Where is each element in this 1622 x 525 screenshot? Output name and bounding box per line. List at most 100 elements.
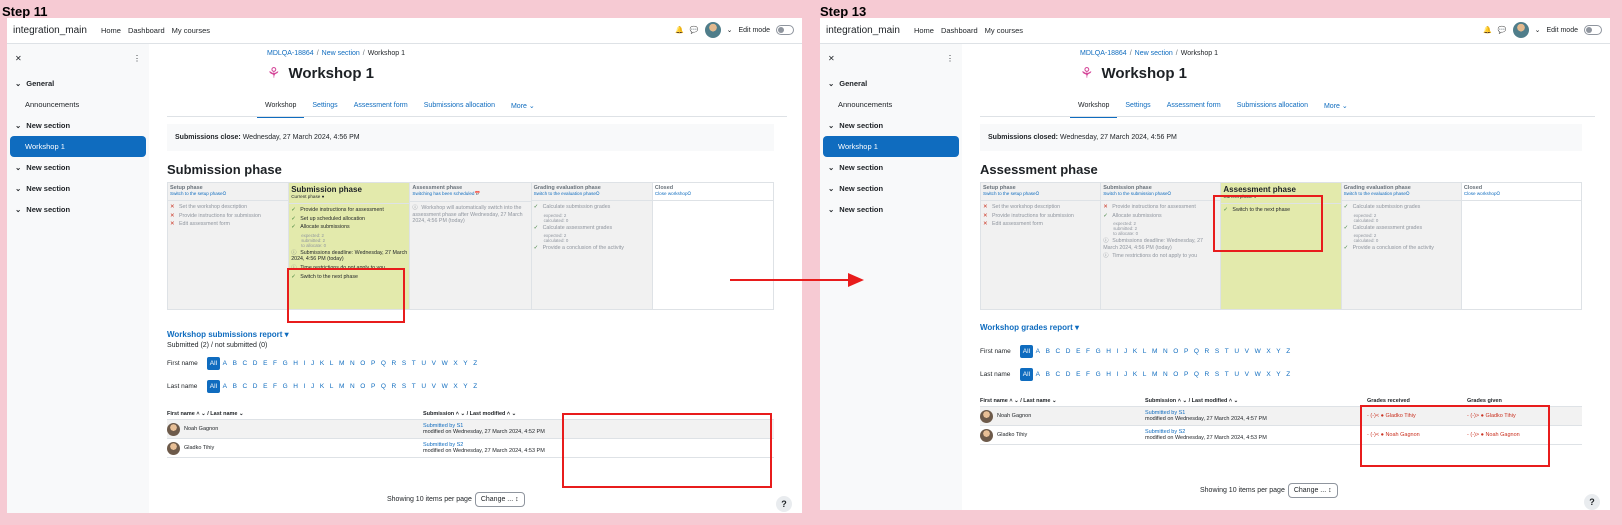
phase-switch-link[interactable]: Switch to the evaluation phase⭘ bbox=[1341, 191, 1461, 201]
report-title[interactable]: Workshop submissions report ▾ bbox=[167, 330, 289, 339]
chevron-down-icon[interactable]: ⌄ bbox=[15, 205, 21, 214]
initial-filter-y[interactable]: Y bbox=[1273, 345, 1283, 358]
chevron-down-icon[interactable]: ⌄ bbox=[727, 26, 733, 34]
breadcrumb-course[interactable]: MDLQA-18864 bbox=[1080, 50, 1127, 57]
initial-filter-w[interactable]: W bbox=[439, 380, 451, 393]
initial-filter-u[interactable]: U bbox=[419, 357, 429, 370]
report-title[interactable]: Workshop grades report ▾ bbox=[980, 323, 1079, 332]
initial-filter-v[interactable]: V bbox=[429, 357, 439, 370]
initial-filter-k[interactable]: K bbox=[1130, 368, 1140, 381]
nav-link-dashboard[interactable]: Dashboard bbox=[941, 26, 978, 35]
initial-filter-all[interactable]: All bbox=[207, 357, 220, 370]
help-button[interactable]: ? bbox=[776, 496, 792, 512]
nav-link-my-courses[interactable]: My courses bbox=[985, 26, 1023, 35]
initial-filter-h[interactable]: H bbox=[1103, 345, 1113, 358]
tab-1[interactable]: Settings bbox=[1117, 96, 1158, 118]
help-button[interactable]: ? bbox=[1584, 494, 1600, 510]
initial-filter-t[interactable]: T bbox=[409, 357, 419, 370]
initial-filter-l[interactable]: L bbox=[1140, 368, 1149, 381]
tab-1[interactable]: Settings bbox=[304, 96, 345, 118]
breadcrumb-course[interactable]: MDLQA-18864 bbox=[267, 50, 314, 57]
edit-mode-toggle[interactable] bbox=[776, 25, 794, 35]
drawer-item[interactable]: ⌄ New section bbox=[7, 157, 149, 178]
initial-filter-d[interactable]: D bbox=[1063, 345, 1073, 358]
initial-filter-z[interactable]: Z bbox=[1283, 345, 1293, 358]
chevron-down-icon[interactable]: ⌄ bbox=[828, 184, 834, 193]
initial-filter-m[interactable]: M bbox=[336, 357, 347, 370]
initial-filter-t[interactable]: T bbox=[1222, 345, 1232, 358]
initial-filter-d[interactable]: D bbox=[1063, 368, 1073, 381]
initial-filter-p[interactable]: P bbox=[368, 380, 378, 393]
site-brand[interactable]: integration_main bbox=[826, 25, 900, 36]
initial-filter-x[interactable]: X bbox=[1264, 345, 1274, 358]
nav-link-home[interactable]: Home bbox=[101, 26, 121, 35]
initial-filter-z[interactable]: Z bbox=[470, 380, 480, 393]
initial-filter-u[interactable]: U bbox=[1232, 368, 1242, 381]
initial-filter-f[interactable]: F bbox=[1083, 345, 1093, 358]
initial-filter-l[interactable]: L bbox=[1140, 345, 1149, 358]
initial-filter-p[interactable]: P bbox=[368, 357, 378, 370]
initial-filter-f[interactable]: F bbox=[270, 380, 280, 393]
initial-filter-a[interactable]: A bbox=[220, 357, 230, 370]
initial-filter-m[interactable]: M bbox=[336, 380, 347, 393]
initial-filter-r[interactable]: R bbox=[1202, 368, 1212, 381]
participant-avatar[interactable] bbox=[980, 428, 993, 442]
initial-filter-c[interactable]: C bbox=[240, 380, 250, 393]
initial-filter-j[interactable]: J bbox=[1121, 368, 1130, 381]
chat-icon[interactable]: 💬 bbox=[1498, 26, 1507, 34]
initial-filter-o[interactable]: O bbox=[357, 380, 368, 393]
col-name-header[interactable]: First name ˄ ⌄ / Last name ⌄ bbox=[980, 398, 1145, 404]
chevron-down-icon[interactable]: ⌄ bbox=[828, 163, 834, 172]
initial-filter-h[interactable]: H bbox=[290, 357, 300, 370]
initial-filter-p[interactable]: P bbox=[1181, 368, 1191, 381]
drawer-item[interactable]: Workshop 1 bbox=[10, 136, 146, 157]
chevron-down-icon[interactable]: ⌄ bbox=[15, 163, 21, 172]
initial-filter-u[interactable]: U bbox=[1232, 345, 1242, 358]
initial-filter-b[interactable]: B bbox=[230, 380, 240, 393]
initial-filter-c[interactable]: C bbox=[240, 357, 250, 370]
initial-filter-v[interactable]: V bbox=[1242, 368, 1252, 381]
initial-filter-v[interactable]: V bbox=[429, 380, 439, 393]
initial-filter-q[interactable]: Q bbox=[378, 380, 389, 393]
participant-avatar[interactable] bbox=[980, 409, 993, 423]
initial-filter-r[interactable]: R bbox=[389, 380, 399, 393]
tab-2[interactable]: Assessment form bbox=[346, 96, 416, 118]
edit-mode-toggle[interactable] bbox=[1584, 25, 1602, 35]
drawer-item[interactable]: ⌄ General bbox=[7, 73, 149, 94]
initial-filter-y[interactable]: Y bbox=[1273, 368, 1283, 381]
drawer-item[interactable]: ⌄ New section bbox=[820, 115, 962, 136]
initial-filter-e[interactable]: E bbox=[260, 380, 270, 393]
initial-filter-v[interactable]: V bbox=[1242, 345, 1252, 358]
phase-switch-link[interactable]: Switching has been scheduled📅 bbox=[410, 191, 531, 202]
bell-icon[interactable]: 🔔 bbox=[1483, 26, 1492, 34]
tab-3[interactable]: Submissions allocation bbox=[416, 96, 503, 118]
initial-filter-s[interactable]: S bbox=[399, 357, 409, 370]
drawer-item[interactable]: Announcements bbox=[7, 94, 149, 115]
initial-filter-k[interactable]: K bbox=[317, 380, 327, 393]
phase-switch-link[interactable]: Close workshop⭘ bbox=[652, 191, 774, 201]
tab-4[interactable]: More ⌄ bbox=[1316, 96, 1356, 118]
drawer-item[interactable]: ⌄ New section bbox=[820, 178, 962, 199]
initial-filter-h[interactable]: H bbox=[1103, 368, 1113, 381]
col-name-header[interactable]: First name ˄ ⌄ / Last name ⌄ bbox=[167, 411, 423, 417]
initial-filter-h[interactable]: H bbox=[290, 380, 300, 393]
change-per-page-button[interactable]: Change ... ↕ bbox=[474, 492, 525, 507]
initial-filter-d[interactable]: D bbox=[250, 357, 260, 370]
kebab-menu-icon[interactable]: ⋮ bbox=[133, 54, 141, 63]
initial-filter-q[interactable]: Q bbox=[1191, 345, 1202, 358]
initial-filter-o[interactable]: O bbox=[1170, 345, 1181, 358]
initial-filter-s[interactable]: S bbox=[1212, 368, 1222, 381]
initial-filter-n[interactable]: N bbox=[1160, 368, 1170, 381]
initial-filter-i[interactable]: I bbox=[301, 380, 308, 393]
col-submission-header[interactable]: Submission ˄ ⌄ / Last modified ˄ ⌄ bbox=[1145, 398, 1367, 404]
initial-filter-n[interactable]: N bbox=[1160, 345, 1170, 358]
initial-filter-j[interactable]: J bbox=[308, 357, 317, 370]
initial-filter-l[interactable]: L bbox=[327, 357, 336, 370]
participant-name[interactable]: Gladko Tihiy bbox=[184, 445, 214, 451]
initial-filter-b[interactable]: B bbox=[230, 357, 240, 370]
initial-filter-b[interactable]: B bbox=[1043, 368, 1053, 381]
initial-filter-f[interactable]: F bbox=[270, 357, 280, 370]
nav-link-dashboard[interactable]: Dashboard bbox=[128, 26, 165, 35]
initial-filter-all[interactable]: All bbox=[1020, 368, 1033, 381]
initial-filter-q[interactable]: Q bbox=[378, 357, 389, 370]
